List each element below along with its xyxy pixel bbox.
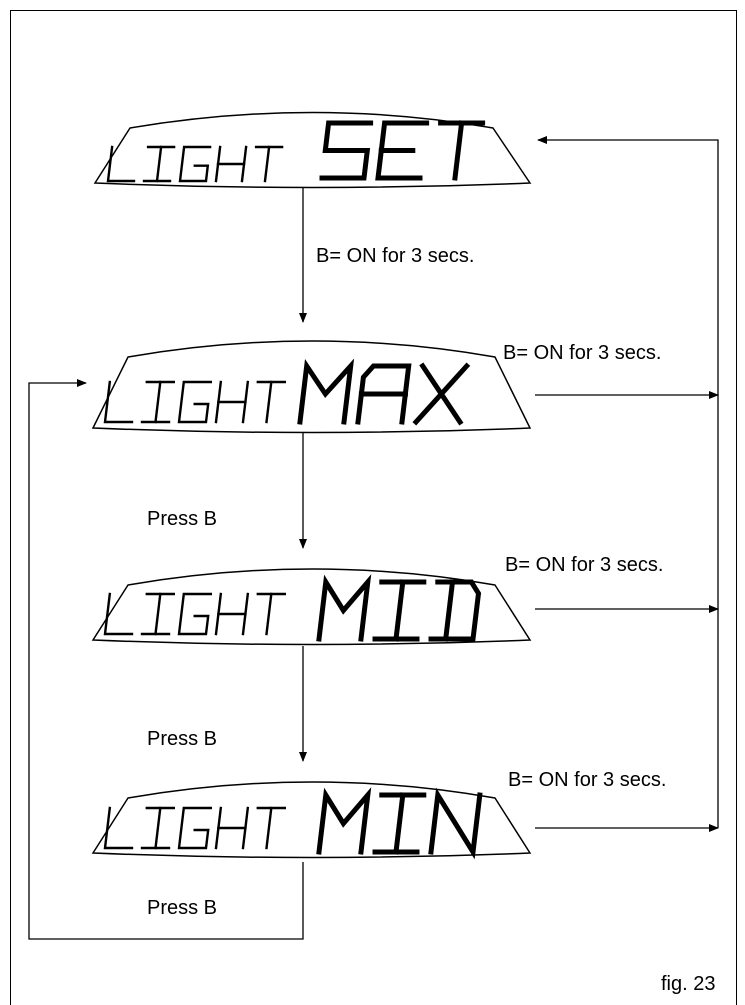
arrow-return-to-set — [537, 136, 719, 828]
lcd-char-max-mode-0 — [297, 358, 355, 425]
lcd-char-set-word-4 — [254, 145, 284, 183]
lcd-char-mid-mode-0 — [316, 574, 372, 642]
lcd-char-set-mode-1 — [375, 120, 430, 181]
lcd-char-set-word-2 — [178, 145, 212, 183]
lcd-char-mid-word-3 — [214, 592, 250, 636]
lcd-char-mid-word-2 — [177, 592, 213, 636]
label-min-exit: B= ON for 3 secs. — [508, 769, 667, 791]
lcd-char-max-word-4 — [256, 380, 286, 424]
lcd-char-set-mode-0 — [319, 120, 374, 181]
lcd-char-min-mode-0 — [316, 787, 372, 855]
lcd-char-max-mode-2 — [412, 362, 471, 426]
label-mid-to-min: Press B — [147, 728, 218, 750]
lcd-char-max-word-1 — [140, 380, 176, 424]
lcd-char-set-word-0 — [106, 145, 136, 183]
lcd-char-set-word-1 — [142, 145, 176, 183]
lcd-char-max-mode-1 — [355, 363, 412, 425]
figure-label: fig. 23 — [661, 973, 716, 995]
label-max-to-mid: Press B — [147, 508, 218, 530]
lcd-char-max-word-0 — [103, 380, 134, 424]
lcd-char-max-word-2 — [177, 380, 213, 424]
lcd-char-min-mode-1 — [372, 792, 427, 855]
flow-diagram — [28, 111, 719, 940]
lcd-char-set-mode-2 — [438, 120, 486, 181]
label-set-to-max: B= ON for 3 secs. — [316, 245, 475, 267]
lcd-char-mid-word-4 — [256, 592, 286, 636]
lcd-char-max-word-3 — [214, 380, 250, 424]
lcd-char-mid-mode-2 — [428, 579, 482, 642]
lcd-char-set-word-3 — [214, 145, 248, 183]
lcd-char-min-word-1 — [140, 806, 176, 850]
lcd-char-min-word-3 — [214, 806, 250, 850]
lcd-char-min-mode-2 — [428, 787, 483, 860]
label-mid-exit: B= ON for 3 secs. — [505, 554, 664, 576]
label-min-to-max: Press B — [147, 897, 218, 919]
label-max-exit: B= ON for 3 secs. — [503, 342, 662, 364]
lcd-char-min-word-4 — [256, 806, 286, 850]
lcd-char-mid-mode-1 — [372, 579, 427, 642]
lcd-char-min-word-2 — [177, 806, 213, 850]
lcd-char-mid-word-1 — [140, 592, 176, 636]
